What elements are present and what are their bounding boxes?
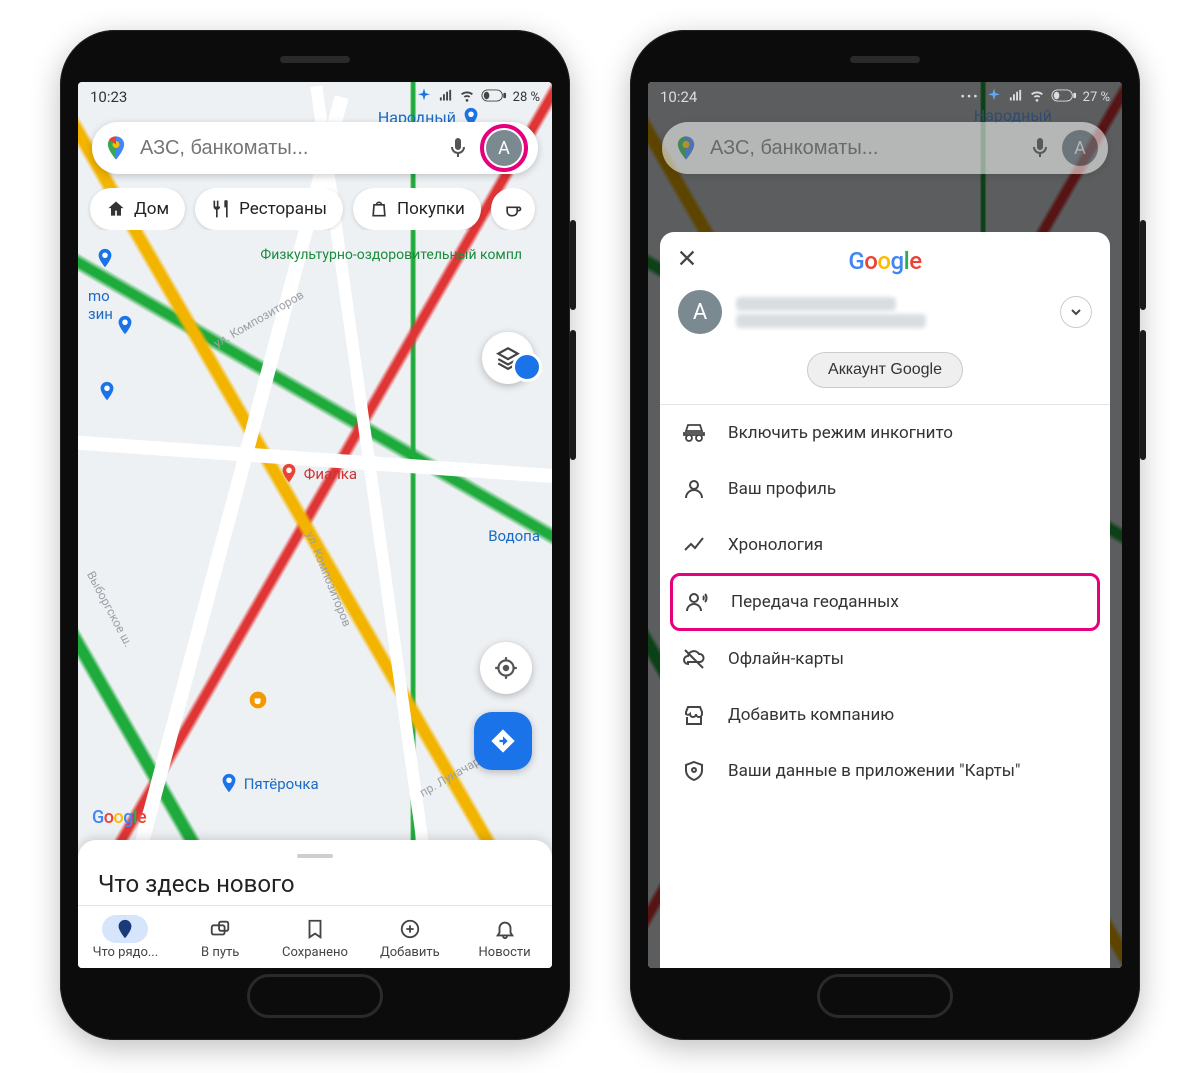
- account-row[interactable]: А: [660, 282, 1110, 340]
- bell-icon: [494, 918, 516, 940]
- nav-saved[interactable]: Сохранено: [268, 906, 363, 968]
- battery-icon: [1051, 89, 1077, 106]
- close-button[interactable]: [676, 246, 698, 276]
- avatar-button[interactable]: А: [486, 130, 522, 166]
- person-icon: [682, 477, 706, 501]
- close-icon: [676, 247, 698, 269]
- incognito-icon: [682, 421, 706, 445]
- locate-button[interactable]: [480, 642, 532, 694]
- map-poi-vodopa[interactable]: Водопа: [488, 527, 540, 545]
- google-watermark: Google: [92, 807, 146, 828]
- wifi-icon: [1029, 87, 1045, 107]
- directions-icon: [489, 727, 517, 755]
- battery-icon: [481, 89, 507, 106]
- signal-icon: [1008, 88, 1023, 107]
- chip-more[interactable]: [491, 188, 535, 230]
- nav-updates[interactable]: Новости: [457, 906, 552, 968]
- menu-timeline[interactable]: Хронология: [660, 517, 1110, 573]
- chip-restaurants[interactable]: Рестораны: [195, 188, 343, 230]
- map-poi-fitness[interactable]: Физкультурно-оздоровительный компл: [260, 247, 522, 264]
- map-poi-pyaterochka[interactable]: Пятёрочка: [218, 772, 319, 794]
- search-input[interactable]: [138, 136, 446, 161]
- nav-explore[interactable]: Что рядо...: [78, 906, 173, 968]
- google-maps-icon: [672, 134, 700, 162]
- menu-offline-maps[interactable]: Офлайн-карты: [660, 631, 1110, 687]
- drag-handle[interactable]: [297, 854, 333, 858]
- menu-add-business[interactable]: Добавить компанию: [660, 687, 1110, 743]
- chip-home-label: Дом: [134, 199, 169, 219]
- shopping-icon: [369, 199, 389, 219]
- status-time: 10:23: [90, 88, 127, 106]
- search-bar[interactable]: А: [92, 122, 538, 174]
- chip-restaurants-label: Рестораны: [239, 199, 327, 219]
- commute-icon: [209, 918, 231, 940]
- cafe-poi-icon[interactable]: [248, 690, 268, 710]
- battery-text: 28 %: [513, 90, 540, 105]
- status-bar: 10:23 28 %: [78, 82, 552, 112]
- plus-circle-icon: [399, 918, 421, 940]
- chip-shopping-label: Покупки: [397, 199, 465, 219]
- google-logo: Google: [848, 247, 921, 275]
- expand-accounts-button[interactable]: [1060, 296, 1092, 328]
- google-maps-icon: [102, 134, 130, 162]
- avatar-dimmed: А: [1062, 130, 1098, 166]
- status-time: 10:24: [660, 88, 697, 106]
- phone-left: 10:23 28 % Народный: [60, 30, 570, 1040]
- explore-card-title: Что здесь нового: [98, 870, 532, 898]
- map-poi-fialka[interactable]: Фиалка: [278, 462, 357, 484]
- more-dots-icon: •••: [960, 90, 979, 105]
- phone-right: 10:24 ••• 27 % Народный А: [630, 30, 1140, 1040]
- locate-icon: [493, 655, 519, 681]
- bottom-nav: Что рядо... В путь Сохранено Добавить Но…: [78, 906, 552, 968]
- chip-shopping[interactable]: Покупки: [353, 188, 481, 230]
- home-icon: [106, 199, 126, 219]
- restaurant-icon: [211, 199, 231, 219]
- coffee-icon: [503, 199, 523, 219]
- bookmark-icon: [304, 918, 326, 940]
- status-bar: 10:24 ••• 27 %: [648, 82, 1122, 112]
- location-status-icon: [986, 87, 1002, 107]
- timeline-icon: [682, 533, 706, 557]
- signal-icon: [438, 88, 453, 107]
- store-icon: [682, 703, 706, 727]
- shield-icon: [682, 759, 706, 783]
- account-sheet: Google А Аккаунт Google Включить режим и…: [660, 232, 1110, 968]
- pin-icon: [114, 918, 136, 940]
- manage-account-button[interactable]: Аккаунт Google: [807, 352, 963, 388]
- nav-contribute[interactable]: Добавить: [362, 906, 457, 968]
- explore-card[interactable]: Что здесь нового: [78, 840, 552, 906]
- mic-icon[interactable]: [446, 136, 470, 160]
- chevron-down-icon: [1068, 304, 1084, 320]
- menu-incognito[interactable]: Включить режим инкогнито: [660, 405, 1110, 461]
- search-bar-dimmed: А: [662, 122, 1108, 174]
- location-sharing-icon: [685, 590, 709, 614]
- menu-profile[interactable]: Ваш профиль: [660, 461, 1110, 517]
- map-poi-shop[interactable]: mo зин: [88, 287, 113, 323]
- account-avatar: А: [678, 290, 722, 334]
- chip-home[interactable]: Дом: [90, 188, 185, 230]
- cloud-off-icon: [682, 647, 706, 671]
- avatar-button-highlight: А: [480, 124, 528, 172]
- directions-button[interactable]: [474, 712, 532, 770]
- wifi-icon: [459, 87, 475, 107]
- account-info-redacted: [736, 294, 1060, 331]
- mic-icon: [1028, 136, 1052, 160]
- search-input-dimmed: [708, 136, 1028, 161]
- nav-go[interactable]: В путь: [173, 906, 268, 968]
- location-status-icon: [416, 87, 432, 107]
- my-location-dot: [512, 352, 542, 382]
- battery-text: 27 %: [1083, 90, 1110, 105]
- menu-your-data[interactable]: Ваши данные в приложении "Карты": [660, 743, 1110, 799]
- menu-location-sharing[interactable]: Передача геоданных: [670, 573, 1100, 631]
